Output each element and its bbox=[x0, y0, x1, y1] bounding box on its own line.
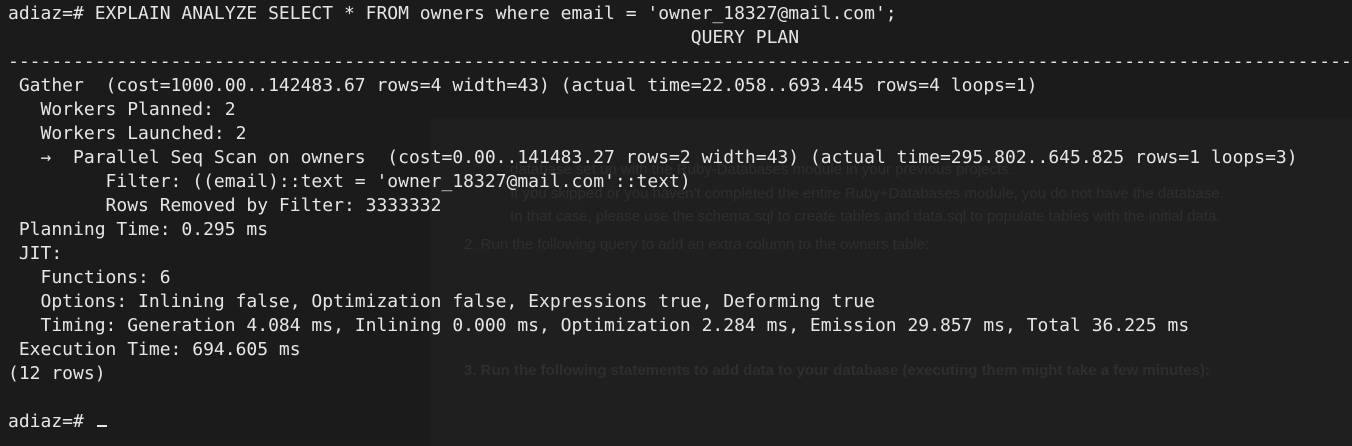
plan-line: Gather (cost=1000.00..142483.67 rows=4 w… bbox=[8, 75, 1038, 96]
plan-line: Filter: ((email)::text = 'owner_18327@ma… bbox=[8, 171, 691, 192]
plan-line: Options: Inlining false, Optimization fa… bbox=[8, 291, 875, 312]
plan-line: Functions: 6 bbox=[8, 267, 171, 288]
row-count: (12 rows) bbox=[8, 363, 106, 384]
plan-line: Planning Time: 0.295 ms bbox=[8, 219, 269, 240]
background-text-line: 3. Run the following statements to add d… bbox=[464, 362, 1210, 379]
prompt: adiaz=# bbox=[8, 411, 95, 432]
plan-line: Timing: Generation 4.084 ms, Inlining 0.… bbox=[8, 315, 1190, 336]
command-line: adiaz=# EXPLAIN ANALYZE SELECT * FROM ow… bbox=[8, 3, 897, 24]
plan-line: Execution Time: 694.605 ms bbox=[8, 339, 301, 360]
query-plan-header: QUERY PLAN bbox=[8, 27, 800, 48]
separator-line: ----------------------------------------… bbox=[8, 51, 1352, 72]
terminal-window[interactable]: database set up with the Ruby-Databases … bbox=[0, 0, 1352, 446]
plan-line: JIT: bbox=[8, 243, 63, 264]
background-text-line: 2. Run the following query to add an ext… bbox=[464, 236, 930, 253]
plan-line: Rows Removed by Filter: 3333332 bbox=[8, 195, 442, 216]
plan-line: → Parallel Seq Scan on owners (cost=0.00… bbox=[8, 147, 1298, 168]
text-cursor bbox=[96, 425, 107, 427]
plan-line: Workers Planned: 2 bbox=[8, 99, 236, 120]
background-text-line: In that case, please use the schema.sql … bbox=[510, 208, 1221, 225]
prompt-line[interactable]: adiaz=# bbox=[8, 410, 107, 434]
plan-line: Workers Launched: 2 bbox=[8, 123, 247, 144]
